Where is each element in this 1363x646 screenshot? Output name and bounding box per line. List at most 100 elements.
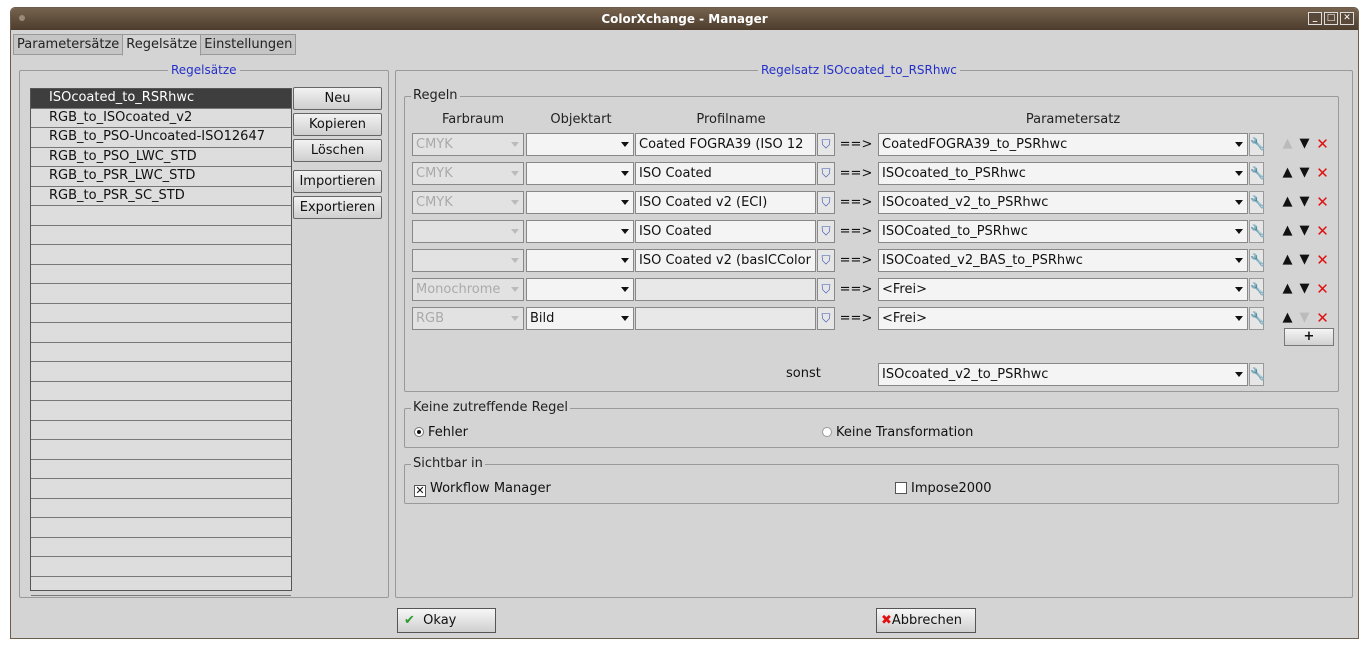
ruleset-list[interactable]: ISOcoated_to_RSRhwc RGB_to_ISOcoated_v2 RG…	[30, 88, 292, 596]
exportieren-button[interactable]: Exportieren	[293, 196, 382, 219]
list-item[interactable]	[31, 362, 291, 382]
loeschen-button[interactable]: Löschen	[293, 139, 382, 162]
radio-icon[interactable]	[822, 427, 832, 437]
profile-picker-icon[interactable]: ⛉	[817, 191, 835, 214]
list-item[interactable]	[31, 577, 291, 596]
move-up-icon[interactable]: ▲	[1279, 279, 1296, 299]
objektart-select[interactable]	[526, 191, 634, 214]
list-item[interactable]	[31, 421, 291, 440]
farbraum-select[interactable]: CMYK	[412, 162, 524, 185]
tab-parametersaetze[interactable]: Parametersätze	[13, 34, 124, 55]
list-item[interactable]	[31, 323, 291, 343]
importieren-button[interactable]: Importieren	[293, 170, 382, 193]
objektart-select[interactable]	[526, 133, 634, 156]
okay-button[interactable]: ✔ Okay	[397, 608, 496, 633]
kopieren-button[interactable]: Kopieren	[293, 113, 382, 136]
list-item[interactable]	[31, 518, 291, 538]
objektart-select[interactable]: Bild	[526, 307, 634, 330]
profile-picker-icon[interactable]: ⛉	[817, 162, 835, 185]
impose2000-checkbox[interactable]: Impose2000	[895, 481, 992, 497]
move-up-icon[interactable]: ▲	[1279, 221, 1296, 241]
wrench-icon[interactable]: 🔧	[1249, 363, 1265, 386]
objektart-select[interactable]	[526, 249, 634, 272]
window-menu-icon[interactable]	[19, 15, 25, 21]
delete-icon[interactable]: ✕	[1314, 192, 1331, 212]
checkbox-icon[interactable]	[895, 482, 907, 494]
add-rule-button[interactable]: +	[1284, 328, 1334, 346]
list-item[interactable]	[31, 479, 291, 499]
profile-picker-icon[interactable]: ⛉	[817, 133, 835, 156]
profilname-field[interactable]: ISO Coated	[635, 162, 816, 185]
list-item[interactable]	[31, 538, 291, 557]
list-item[interactable]: ISOcoated_to_RSRhwc	[31, 89, 291, 109]
move-down-icon[interactable]: ▼	[1296, 163, 1313, 183]
list-item[interactable]: RGB_to_PSO-Uncoated-ISO12647	[31, 128, 291, 148]
wrench-icon[interactable]: 🔧	[1249, 162, 1265, 185]
radio-icon[interactable]	[414, 427, 424, 437]
list-item[interactable]	[31, 265, 291, 284]
title-bar[interactable]: ColorXchange - Manager _ □ ✕	[11, 8, 1358, 30]
list-item[interactable]: RGB_to_PSR_LWC_STD	[31, 167, 291, 187]
list-item[interactable]	[31, 245, 291, 265]
wrench-icon[interactable]: 🔧	[1249, 133, 1265, 156]
checkbox-checked-icon[interactable]: ✕	[414, 485, 426, 497]
tab-einstellungen[interactable]: Einstellungen	[200, 34, 297, 55]
move-up-icon[interactable]: ▲	[1279, 192, 1296, 212]
wrench-icon[interactable]: 🔧	[1249, 249, 1265, 272]
objektart-select[interactable]	[526, 220, 634, 243]
list-item[interactable]	[31, 440, 291, 460]
move-down-icon[interactable]: ▼	[1296, 221, 1313, 241]
parametersatz-select[interactable]: ISOcoated_v2_to_PSRhwc	[878, 191, 1248, 214]
move-up-icon[interactable]: ▲	[1279, 250, 1296, 270]
farbraum-select[interactable]	[412, 220, 524, 243]
farbraum-select[interactable]: RGB	[412, 307, 524, 330]
list-item[interactable]	[31, 226, 291, 245]
objektart-select[interactable]	[526, 278, 634, 301]
neu-button[interactable]: Neu	[293, 87, 382, 110]
list-item[interactable]	[31, 401, 291, 421]
profile-picker-icon[interactable]: ⛉	[817, 278, 835, 301]
farbraum-select[interactable]: CMYK	[412, 133, 524, 156]
wrench-icon[interactable]: 🔧	[1249, 191, 1265, 214]
abbrechen-button[interactable]: ✖Abbrechen	[876, 608, 976, 633]
list-item[interactable]	[31, 499, 291, 518]
list-item[interactable]: RGB_to_PSR_SC_STD	[31, 187, 291, 206]
keine-transformation-radio[interactable]: Keine Transformation	[822, 425, 973, 441]
profilname-field[interactable]: ISO Coated v2 (basICColor	[635, 249, 816, 272]
move-down-icon[interactable]: ▼	[1296, 250, 1313, 270]
profilname-field[interactable]	[635, 307, 816, 330]
delete-icon[interactable]: ✕	[1314, 221, 1331, 241]
profile-picker-icon[interactable]: ⛉	[817, 307, 835, 330]
parametersatz-select[interactable]: ISOCoated_v2_BAS_to_PSRhwc	[878, 249, 1248, 272]
profilname-field[interactable]: ISO Coated	[635, 220, 816, 243]
wrench-icon[interactable]: 🔧	[1249, 278, 1265, 301]
list-item[interactable]	[31, 304, 291, 323]
wrench-icon[interactable]: 🔧	[1249, 307, 1265, 330]
farbraum-select[interactable]: Monochrome	[412, 278, 524, 301]
profilname-field[interactable]	[635, 278, 816, 301]
delete-icon[interactable]: ✕	[1314, 308, 1331, 328]
farbraum-select[interactable]	[412, 249, 524, 272]
move-down-icon[interactable]: ▼	[1296, 192, 1313, 212]
list-item[interactable]: RGB_to_ISOcoated_v2	[31, 109, 291, 128]
parametersatz-select[interactable]: CoatedFOGRA39_to_PSRhwc	[878, 133, 1248, 156]
move-down-icon[interactable]: ▼	[1296, 279, 1313, 299]
parametersatz-select[interactable]: ISOcoated_to_PSRhwc	[878, 162, 1248, 185]
list-item[interactable]	[31, 460, 291, 479]
wrench-icon[interactable]: 🔧	[1249, 220, 1265, 243]
sonst-select[interactable]: ISOcoated_v2_to_PSRhwc	[878, 363, 1248, 386]
list-item[interactable]	[31, 284, 291, 304]
parametersatz-select[interactable]: ISOCoated_to_PSRhwc	[878, 220, 1248, 243]
fehler-radio[interactable]: Fehler	[414, 425, 468, 441]
move-down-icon[interactable]: ▼	[1296, 308, 1313, 328]
delete-icon[interactable]: ✕	[1314, 250, 1331, 270]
move-down-icon[interactable]: ▼	[1296, 134, 1313, 154]
parametersatz-select[interactable]: <Frei>	[878, 278, 1248, 301]
profile-picker-icon[interactable]: ⛉	[817, 249, 835, 272]
delete-icon[interactable]: ✕	[1314, 163, 1331, 183]
delete-icon[interactable]: ✕	[1314, 134, 1331, 154]
profilname-field[interactable]: Coated FOGRA39 (ISO 12	[635, 133, 816, 156]
farbraum-select[interactable]: CMYK	[412, 191, 524, 214]
list-item[interactable]	[31, 343, 291, 362]
list-item[interactable]	[31, 382, 291, 401]
